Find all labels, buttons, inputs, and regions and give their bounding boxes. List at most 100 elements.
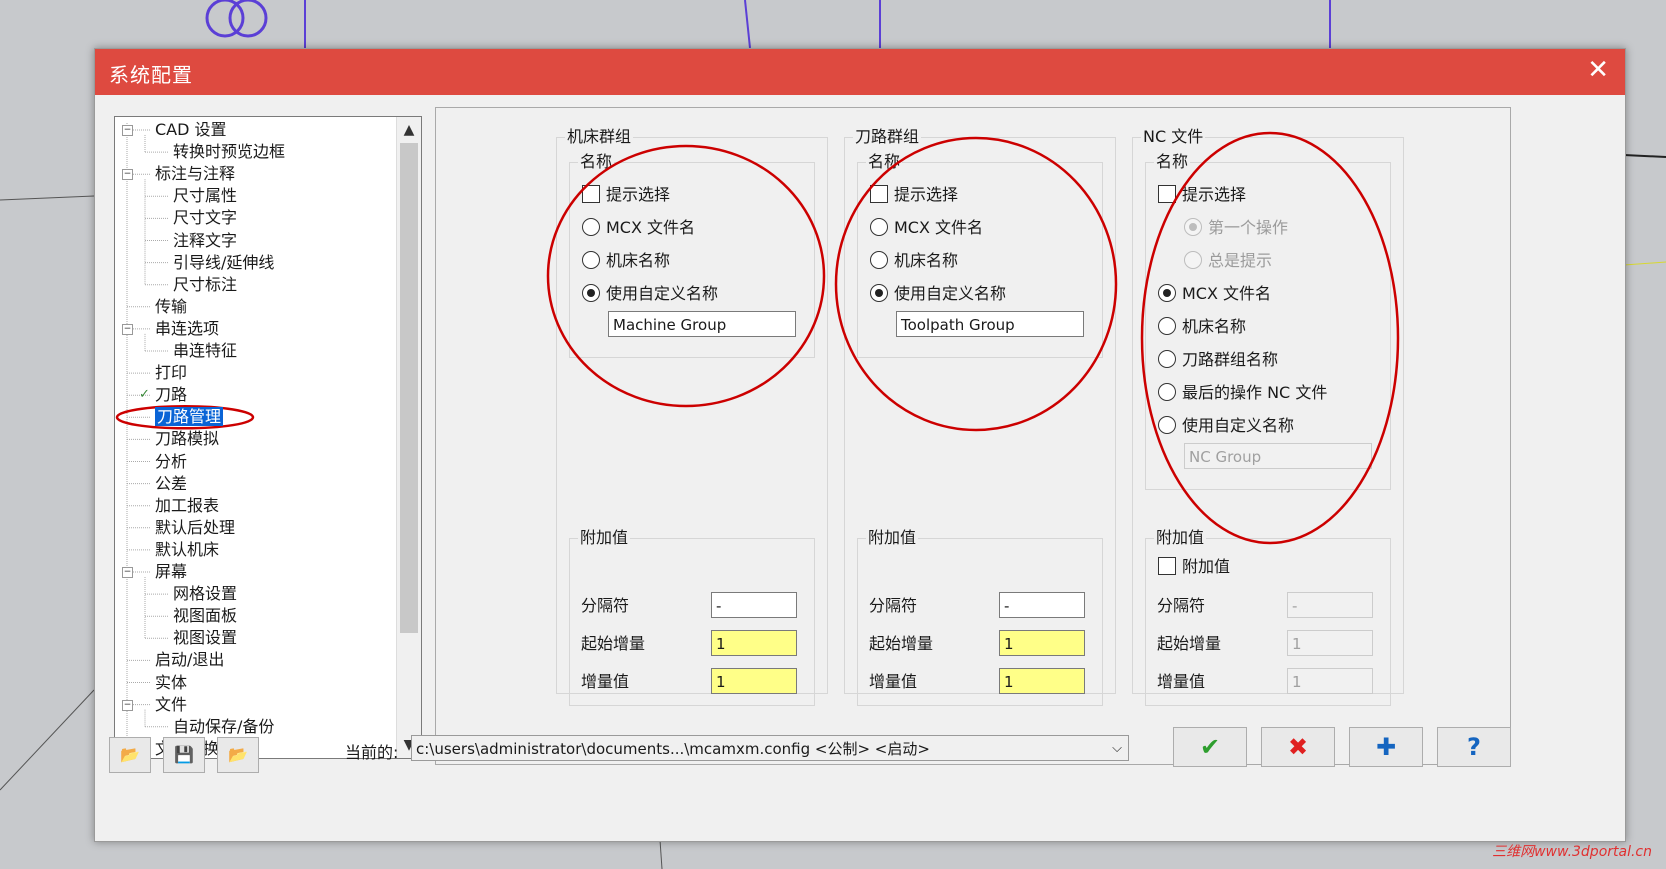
nc-custom-radio[interactable]: 使用自定义名称 (1158, 414, 1294, 438)
tree-item[interactable]: 标注与注释 (155, 163, 235, 185)
tree-item[interactable]: 刀路 (155, 384, 187, 406)
nc-always-prompt-radio[interactable]: 总是提示 (1184, 249, 1272, 273)
nc-sep-label: 分隔符 (1157, 596, 1206, 615)
nc-inc-input[interactable]: 1 (1287, 668, 1373, 694)
tree-item[interactable]: 分析 (155, 451, 187, 473)
radio-icon (1158, 382, 1176, 401)
toolpath-start-input[interactable]: 1 (999, 630, 1085, 656)
tree-item[interactable]: 传输 (155, 296, 187, 318)
checkbox-icon (870, 184, 888, 203)
toolpath-sep-label: 分隔符 (869, 596, 918, 615)
tree-item[interactable]: 打印 (155, 362, 187, 384)
machine-start-input[interactable]: 1 (711, 630, 797, 656)
tree-item-label: 尺寸标注 (173, 274, 238, 294)
tree-item-label: 标注与注释 (155, 164, 236, 184)
machine-inc-input[interactable]: 1 (711, 668, 797, 694)
scroll-thumb[interactable] (400, 143, 418, 633)
category-tree[interactable]: ▲ ▼ CAD 设置 − 转换时预览边框 标注与注释 − 尺寸属性 尺寸文字 注释文字 引导线/… (114, 116, 422, 759)
tree-item[interactable]: 网格设置 (173, 583, 237, 605)
toolpath-custom-radio[interactable]: 使用自定义名称 (870, 282, 1006, 306)
tree-item[interactable]: 视图设置 (173, 627, 237, 649)
tree-item[interactable]: 串连选项 (155, 318, 219, 340)
radio-icon (1158, 316, 1176, 335)
tree-item[interactable]: 尺寸文字 (173, 207, 237, 229)
dialog-title: 系统配置 (109, 63, 193, 87)
help-button[interactable]: ? (1437, 727, 1511, 767)
nc-first-op-radio[interactable]: 第一个操作 (1184, 216, 1288, 240)
nc-custom-name-input[interactable]: NC Group (1184, 443, 1372, 469)
nc-mcx-radio[interactable]: MCX 文件名 (1158, 282, 1271, 306)
nc-tp-group-name-radio[interactable]: 刀路群组名称 (1158, 348, 1278, 372)
tree-scrollbar[interactable]: ▲ ▼ (396, 117, 421, 758)
scroll-up-icon[interactable]: ▲ (397, 119, 421, 141)
tree-item-label: 默认机床 (155, 539, 220, 559)
ok-button[interactable]: ✔ (1173, 727, 1247, 767)
add-button[interactable]: ✚ (1349, 727, 1423, 767)
tree-item[interactable]: 注释文字 (173, 230, 237, 252)
tree-item-label: 刀路 (155, 385, 188, 405)
machine-mcx-radio[interactable]: MCX 文件名 (582, 216, 695, 240)
tree-item[interactable]: 刀路管理 (155, 406, 224, 428)
collapse-icon[interactable]: − (122, 125, 133, 136)
tree-item-label: 实体 (155, 672, 188, 692)
tree-item[interactable]: CAD 设置 (155, 119, 227, 141)
tree-item[interactable]: 文件 (155, 694, 187, 716)
radio-selected-icon (1158, 283, 1176, 302)
toolpath-inc-input[interactable]: 1 (999, 668, 1085, 694)
tree-item[interactable]: 尺寸属性 (173, 185, 237, 207)
toolpath-name-box: 名称 提示选择 MCX 文件名 机床名称 使用自定义名称 Toolpath Gr… (857, 153, 1103, 358)
nc-extra-checkbox[interactable]: 附加值 (1158, 555, 1230, 579)
nc-sep-input[interactable]: - (1287, 592, 1373, 618)
machine-machine-name-radio[interactable]: 机床名称 (582, 249, 670, 273)
collapse-icon[interactable]: − (122, 699, 133, 711)
close-icon[interactable]: ✕ (1587, 57, 1609, 83)
tree-item[interactable]: 默认后处理 (155, 517, 235, 539)
machine-group-title: 机床群组 (565, 127, 634, 146)
tree-item[interactable]: 刀路模拟 (155, 428, 219, 450)
merge-config-button[interactable]: 📂 (217, 737, 259, 773)
toolpath-manager-panel: 机床群组 名称 提示选择 MCX 文件名 机床名称 使用自定义名称 Machin… (435, 107, 1511, 765)
radio-icon (582, 250, 600, 269)
collapse-icon[interactable]: − (122, 169, 133, 181)
tree-item[interactable]: 转换时预览边框 (173, 141, 285, 163)
machine-sep-input[interactable]: - (711, 592, 797, 618)
toolpath-sep-input[interactable]: - (999, 592, 1085, 618)
save-config-button[interactable]: 💾 (163, 737, 205, 773)
tree-item[interactable]: 串连特征 (173, 340, 237, 362)
machine-custom-name-input[interactable]: Machine Group (608, 311, 796, 337)
collapse-icon[interactable]: − (122, 567, 133, 578)
tree-item-label: 自动保存/备份 (173, 716, 275, 736)
tree-item-label: 引导线/延伸线 (173, 252, 275, 272)
tree-item[interactable]: 启动/退出 (155, 649, 224, 671)
tree-item[interactable]: 自动保存/备份 (173, 716, 274, 738)
tree-item[interactable]: 视图面板 (173, 605, 237, 627)
tree-item-label: CAD 设置 (155, 120, 227, 139)
toolpath-machine-name-radio[interactable]: 机床名称 (870, 249, 958, 273)
tree-item[interactable]: 屏幕 (155, 561, 187, 583)
machine-custom-radio[interactable]: 使用自定义名称 (582, 282, 718, 306)
tree-item[interactable]: 默认机床 (155, 539, 219, 561)
nc-prompt-checkbox[interactable]: 提示选择 (1158, 183, 1246, 207)
machine-prompt-checkbox[interactable]: 提示选择 (582, 183, 670, 207)
tree-item[interactable]: 加工报表 (155, 495, 219, 517)
toolpath-prompt-checkbox[interactable]: 提示选择 (870, 183, 958, 207)
check-icon: ✓ (139, 387, 150, 403)
toolpath-custom-name-input[interactable]: Toolpath Group (896, 311, 1084, 337)
tree-item[interactable]: 尺寸标注 (173, 274, 237, 296)
tree-item[interactable]: 公差 (155, 473, 187, 495)
nc-start-input[interactable]: 1 (1287, 630, 1373, 656)
nc-last-op-radio[interactable]: 最后的操作 NC 文件 (1158, 381, 1327, 405)
open-config-button[interactable]: 📂 (109, 737, 151, 773)
cancel-button[interactable]: ✖ (1261, 727, 1335, 767)
title-bar: 系统配置 ✕ (95, 49, 1625, 95)
collapse-icon[interactable]: − (122, 323, 133, 335)
tree-item[interactable]: 实体 (155, 672, 187, 694)
radio-icon (870, 217, 888, 236)
tree-item-label: 默认后处理 (155, 517, 236, 537)
current-config-combo[interactable]: c:\users\administrator\documents...\mcam… (411, 735, 1129, 761)
tree-item-label: 公差 (155, 473, 188, 493)
toolpath-start-label: 起始增量 (869, 634, 934, 653)
tree-item[interactable]: 引导线/延伸线 (173, 252, 274, 274)
nc-machine-name-radio[interactable]: 机床名称 (1158, 315, 1246, 339)
toolpath-mcx-radio[interactable]: MCX 文件名 (870, 216, 983, 240)
